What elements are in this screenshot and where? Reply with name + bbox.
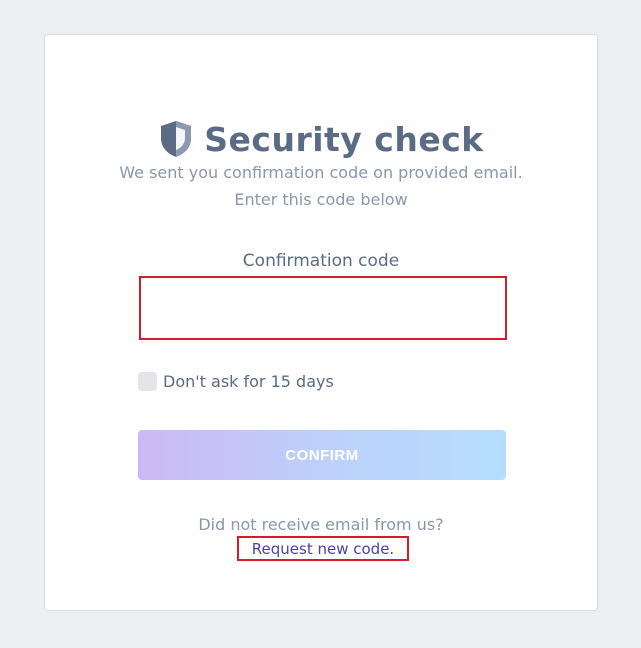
page-title: Security check [204, 119, 484, 159]
confirmation-code-label: Confirmation code [242, 251, 400, 271]
remember-checkbox-label: Don't ask for 15 days [163, 372, 334, 391]
security-check-card: Security check We sent you confirmation … [44, 34, 598, 611]
no-email-text: Did not receive email from us? [198, 515, 444, 534]
remember-checkbox[interactable] [138, 372, 157, 391]
title-row: Security check [45, 119, 597, 159]
request-new-code-link[interactable]: Request new code. [237, 536, 409, 561]
instructions-text: We sent you confirmation code on provide… [45, 159, 597, 213]
instructions-line-1: We sent you confirmation code on provide… [119, 163, 523, 182]
shield-icon [158, 119, 194, 159]
confirm-button[interactable]: CONFIRM [138, 430, 506, 480]
instructions-line-2: Enter this code below [234, 190, 408, 209]
confirmation-code-input[interactable] [139, 276, 507, 340]
remember-checkbox-row[interactable]: Don't ask for 15 days [138, 372, 334, 391]
